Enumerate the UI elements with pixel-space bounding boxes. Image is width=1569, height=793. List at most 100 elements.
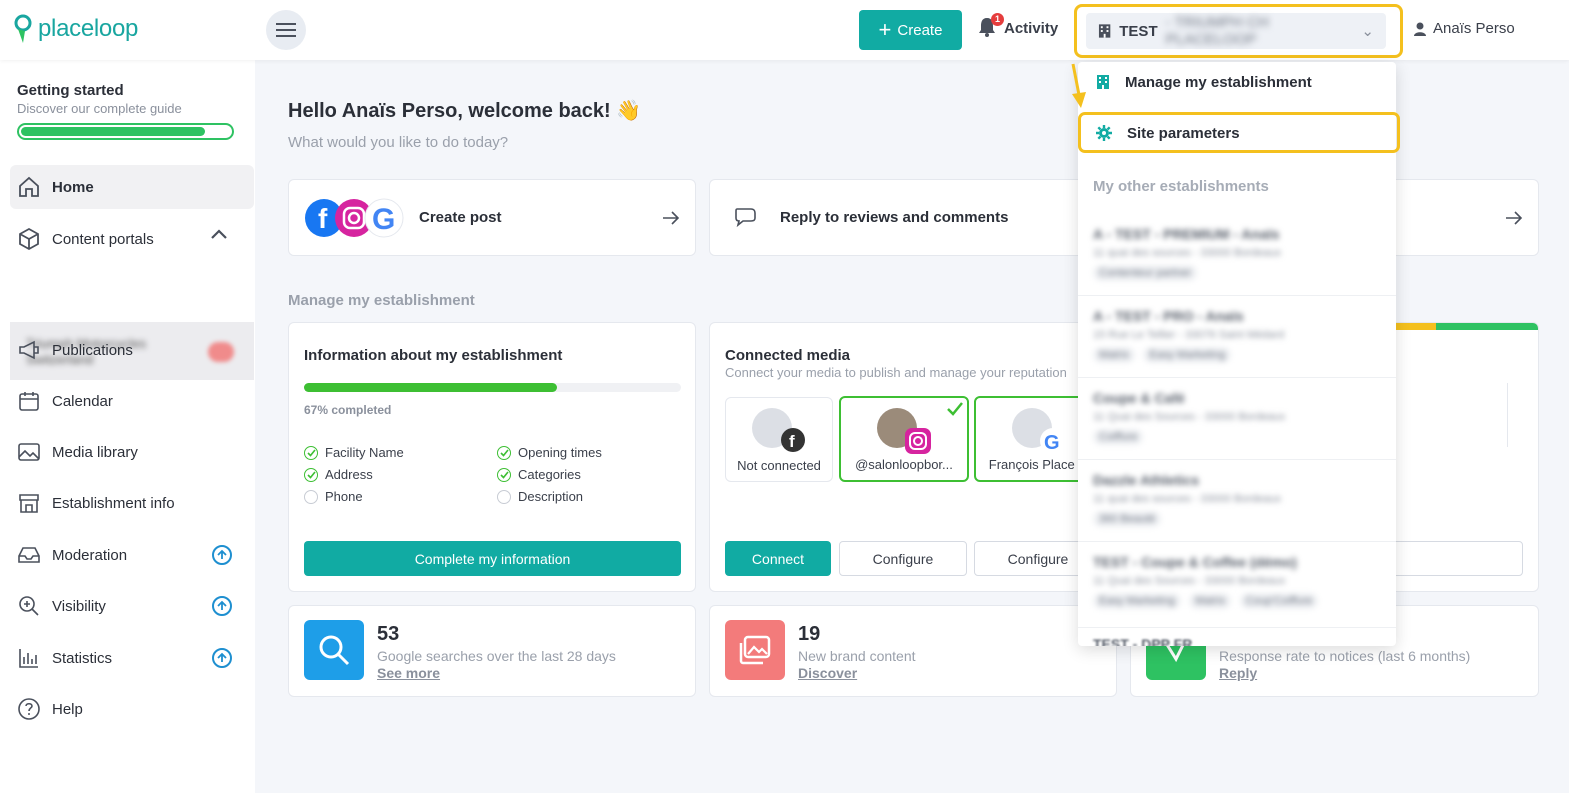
facebook-icon: f bbox=[781, 428, 805, 452]
check-address: Address bbox=[304, 467, 373, 482]
check-label: Categories bbox=[518, 467, 581, 482]
establishment-tag: Coup'Coiffure bbox=[1239, 593, 1319, 609]
establishment-option[interactable]: TEST - Coupe & Coffee (démo) 11 Quai des… bbox=[1093, 554, 1383, 609]
sidebar-item-calendar[interactable]: Calendar bbox=[10, 379, 254, 423]
create-button[interactable]: + Create bbox=[859, 10, 962, 50]
sidebar-item-publications[interactable]: Publications bbox=[10, 328, 254, 372]
establishment-option[interactable]: A - TEST - PRO - Anaïs 15 Rue Le Tellier… bbox=[1093, 308, 1383, 363]
other-establishments-heading: My other establishments bbox=[1093, 178, 1269, 195]
complete-info-button[interactable]: Complete my information bbox=[304, 541, 681, 576]
site-parameters-highlight bbox=[1078, 112, 1400, 153]
media-card-subtitle: Connect your media to publish and manage… bbox=[725, 365, 1067, 380]
divider bbox=[1078, 541, 1396, 542]
establishment-option-address: 11 Quai des Sources - 33000 Bordeaux bbox=[1093, 575, 1286, 587]
check-label: Address bbox=[325, 467, 373, 482]
establishment-selector[interactable]: TEST - TRIUMPH CH PLACELOOP ⌄ bbox=[1086, 13, 1386, 49]
stat-description: Response rate to notices (last 6 months) bbox=[1219, 648, 1471, 664]
info-progress-fill bbox=[304, 383, 557, 392]
map-pin-icon bbox=[14, 14, 32, 43]
upgrade-arrow-icon[interactable] bbox=[212, 545, 232, 565]
sidebar-item-visibility[interactable]: Visibility bbox=[10, 584, 254, 628]
sidebar-item-help[interactable]: Help bbox=[10, 687, 254, 731]
sidebar-item-content-portals[interactable]: Content portals bbox=[10, 217, 254, 261]
see-more-link[interactable]: See more bbox=[377, 665, 440, 681]
stat-number: 53 bbox=[377, 623, 400, 645]
chevron-down-icon: ⌄ bbox=[1361, 23, 1374, 40]
sidebar-item-label: Calendar bbox=[52, 392, 113, 410]
sidebar-item-media-library[interactable]: Media library bbox=[10, 430, 254, 474]
establishment-tag: Matrix bbox=[1189, 593, 1232, 609]
sidebar-item-moderation[interactable]: Moderation bbox=[10, 533, 254, 577]
check-circle-icon bbox=[497, 445, 511, 460]
tutorial-arrow-icon bbox=[1071, 63, 1086, 108]
establishment-option-name: Coupe & Café bbox=[1093, 390, 1185, 406]
sidebar-item-label: Media library bbox=[52, 443, 138, 461]
top-header: placeloop + Create 1 Activity TEST - TRI… bbox=[0, 0, 1569, 60]
check-opening-times: Opening times bbox=[497, 445, 602, 460]
sidebar-item-establishment-info[interactable]: Establishment info bbox=[10, 481, 254, 525]
user-name: Anaïs Perso bbox=[1433, 20, 1515, 37]
gallery-icon bbox=[725, 620, 785, 680]
establishment-option[interactable]: Dazzle Athletics 11 quai des sources - 3… bbox=[1093, 472, 1383, 527]
home-icon bbox=[16, 174, 42, 200]
check-label: Description bbox=[518, 489, 584, 504]
upgrade-arrow-icon[interactable] bbox=[212, 648, 232, 668]
sidebar-item-home[interactable]: Home bbox=[10, 165, 254, 209]
establishment-option[interactable]: TEST - DPP FR bbox=[1093, 636, 1383, 646]
getting-started[interactable]: Getting started Discover our complete gu… bbox=[17, 82, 182, 116]
upgrade-arrow-icon[interactable] bbox=[212, 596, 232, 616]
establishment-info-card: Information about my establishment 67% c… bbox=[288, 322, 696, 592]
check-circle-icon bbox=[304, 467, 318, 482]
create-post-card[interactable]: f G Create post bbox=[288, 179, 696, 256]
sidebar-item-label: Moderation bbox=[52, 546, 128, 564]
activity-button[interactable]: 1 Activity bbox=[978, 13, 1058, 39]
establishment-tag: Coiffure bbox=[1093, 429, 1144, 445]
instagram-media-box[interactable]: @salonloopbor... bbox=[839, 396, 969, 482]
getting-started-progress bbox=[17, 123, 234, 140]
arrow-right-icon bbox=[663, 211, 680, 225]
sidebar: Getting started Discover our complete gu… bbox=[0, 60, 255, 793]
user-menu[interactable]: Anaïs Perso bbox=[1414, 20, 1515, 37]
establishment-option-name: Dazzle Athletics bbox=[1093, 472, 1200, 488]
divider bbox=[1078, 295, 1396, 296]
manage-establishment-item[interactable]: Manage my establishment bbox=[1078, 62, 1396, 102]
chevron-up-icon[interactable] bbox=[210, 227, 228, 244]
inbox-icon bbox=[16, 542, 42, 568]
establishment-option-name: TEST - DPP FR bbox=[1093, 636, 1193, 646]
check-phone: Phone bbox=[304, 489, 363, 504]
svg-text:G: G bbox=[372, 203, 395, 236]
user-icon bbox=[1414, 22, 1426, 36]
menu-toggle-button[interactable] bbox=[266, 10, 306, 50]
establishment-option-name: A - TEST - PREMIUM - Anaïs bbox=[1093, 226, 1280, 242]
media-card-title: Connected media bbox=[725, 347, 851, 364]
reply-reviews-label: Reply to reviews and comments bbox=[780, 209, 1009, 226]
check-facility-name: Facility Name bbox=[304, 445, 404, 460]
empty-circle-icon bbox=[304, 489, 318, 504]
establishment-tag: 360 Beauté bbox=[1093, 511, 1162, 527]
sidebar-item-label: Content portals bbox=[52, 230, 154, 248]
megaphone-icon bbox=[16, 337, 42, 363]
discover-link[interactable]: Discover bbox=[798, 665, 857, 681]
establishment-option-name: A - TEST - PRO - Anaïs bbox=[1093, 308, 1244, 324]
connect-button[interactable]: Connect bbox=[725, 541, 831, 576]
facebook-media-box[interactable]: f Not connected bbox=[725, 397, 833, 482]
social-networks-icon: f G bbox=[305, 198, 404, 238]
check-circle-icon bbox=[304, 445, 318, 460]
sidebar-item-statistics[interactable]: Statistics bbox=[10, 636, 254, 680]
establishment-option[interactable]: Coupe & Café 11 Quai des Sources - 33000… bbox=[1093, 390, 1383, 445]
reply-link[interactable]: Reply bbox=[1219, 665, 1257, 681]
establishment-prefix: TEST bbox=[1119, 22, 1158, 40]
placeloop-logo[interactable]: placeloop bbox=[12, 13, 138, 45]
cube-icon bbox=[16, 226, 42, 252]
bell-icon: 1 bbox=[978, 13, 1004, 39]
welcome-title: Hello Anaïs Perso, welcome back! 👋 bbox=[288, 100, 642, 122]
help-icon bbox=[16, 696, 42, 722]
media-label: Not connected bbox=[737, 458, 821, 473]
chat-bubbles-icon bbox=[735, 208, 756, 228]
establishment-option[interactable]: A - TEST - PREMIUM - Anaïs 11 quai des s… bbox=[1093, 226, 1383, 281]
plus-icon: + bbox=[878, 17, 892, 42]
configure-button[interactable]: Configure bbox=[839, 541, 967, 576]
sidebar-item-label: Publications bbox=[52, 341, 133, 359]
section-manage-label: Manage my establishment bbox=[288, 292, 475, 309]
check-description: Description bbox=[497, 489, 583, 504]
